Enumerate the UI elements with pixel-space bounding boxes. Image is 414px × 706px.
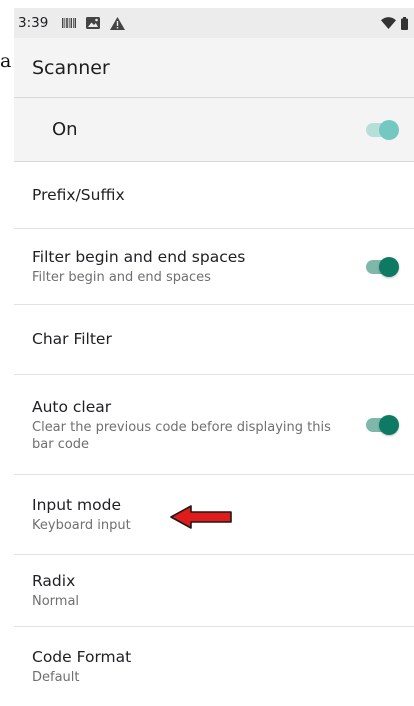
pref-title: Prefix/Suffix	[32, 186, 125, 204]
pref-summary: Normal	[32, 594, 80, 609]
barcode-icon	[62, 17, 77, 29]
master-toggle[interactable]	[364, 119, 400, 140]
warning-icon	[110, 16, 126, 30]
pref-code-format[interactable]: Code Format Default	[14, 627, 414, 706]
master-switch-bar[interactable]: On	[14, 98, 414, 162]
pref-title: Radix	[32, 572, 76, 590]
pref-title: Char Filter	[32, 330, 112, 348]
pref-summary: Clear the previous code before displayin…	[32, 419, 331, 452]
page-title: Scanner	[32, 56, 110, 79]
toggle-thumb	[379, 414, 399, 435]
image-icon	[86, 17, 101, 29]
wifi-icon	[381, 17, 396, 29]
pref-auto-clear[interactable]: Auto clear Clear the previous code befor…	[14, 375, 414, 475]
pref-char-filter[interactable]: Char Filter	[14, 305, 414, 375]
phone-screen: 3:39 Scanner On Prefix/Suffix Filter beg…	[14, 8, 414, 706]
status-time: 3:39	[18, 15, 49, 31]
app-bar: Scanner	[14, 38, 414, 98]
master-toggle-thumb	[379, 119, 399, 140]
pref-prefix-suffix[interactable]: Prefix/Suffix	[14, 163, 414, 229]
pref-radix[interactable]: Radix Normal	[14, 555, 414, 627]
master-switch-label: On	[52, 119, 78, 140]
auto-clear-toggle[interactable]	[364, 414, 400, 435]
status-bar: 3:39	[14, 8, 414, 38]
pref-title: Filter begin and end spaces	[32, 248, 246, 266]
pref-text: Auto clear Clear the previous code befor…	[32, 397, 364, 453]
pref-summary: Default	[32, 670, 80, 685]
pref-text: Prefix/Suffix	[32, 185, 400, 206]
pref-title: Auto clear	[32, 397, 112, 416]
pref-filter-spaces[interactable]: Filter begin and end spaces Filter begin…	[14, 229, 414, 305]
filter-spaces-toggle[interactable]	[364, 256, 400, 277]
pref-summary: Filter begin and end spaces	[32, 270, 211, 285]
pref-text: Char Filter	[32, 329, 400, 350]
pref-text: Filter begin and end spaces Filter begin…	[32, 247, 364, 286]
pref-title: Code Format	[32, 648, 132, 666]
battery-icon	[401, 16, 408, 30]
toggle-thumb	[379, 256, 399, 277]
pref-text: Radix Normal	[32, 571, 400, 610]
pref-text: Code Format Default	[32, 647, 400, 686]
cropped-text-fragment: a	[0, 50, 12, 72]
red-arrow-icon	[170, 505, 232, 529]
